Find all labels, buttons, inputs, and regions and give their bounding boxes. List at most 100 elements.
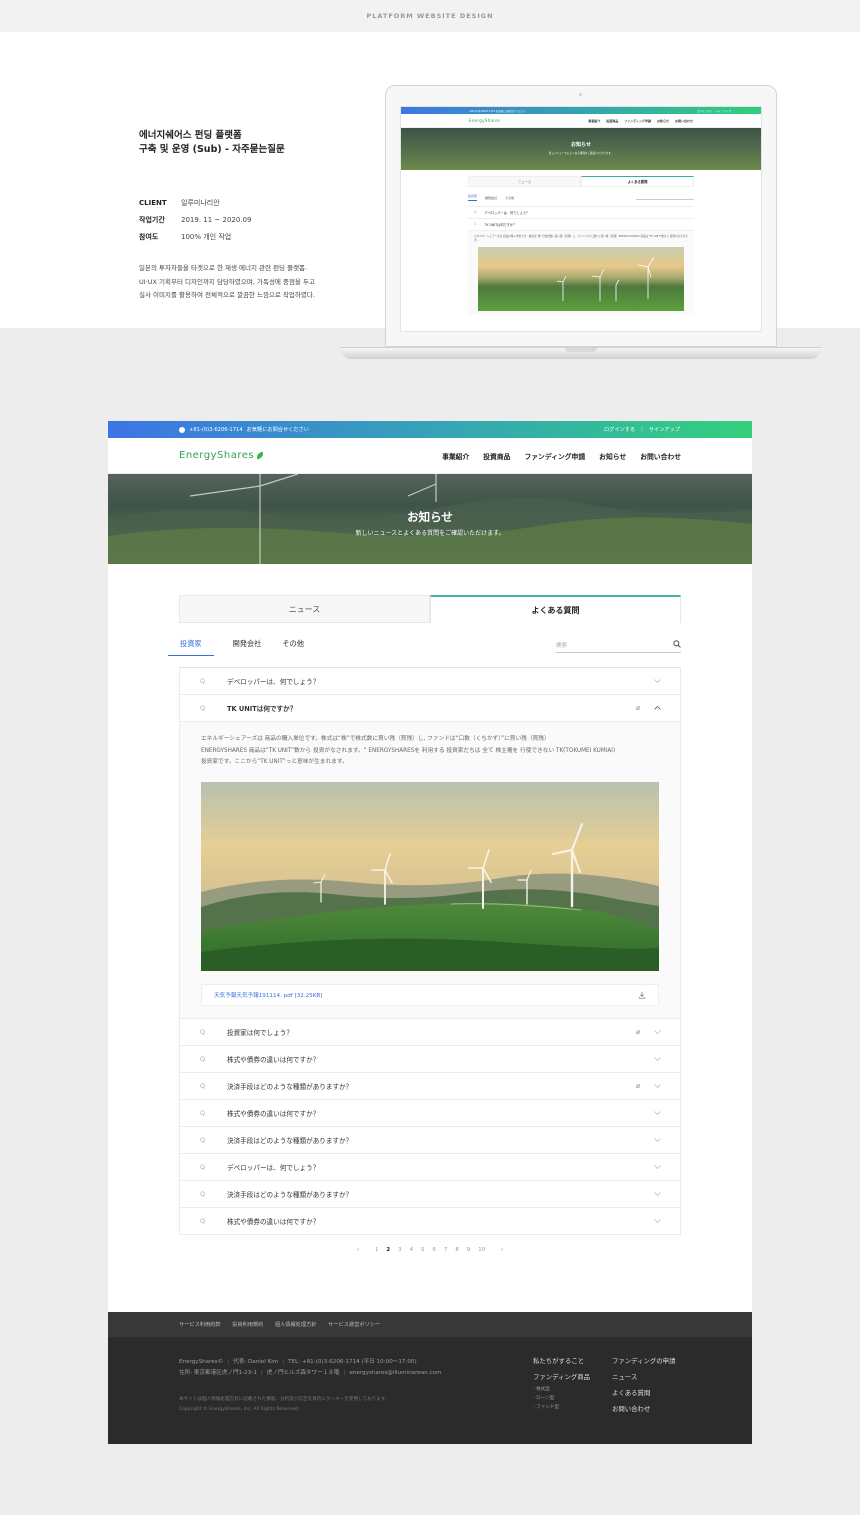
chevron-down-icon[interactable]	[650, 1108, 664, 1118]
prev-page-button[interactable]: ‹	[357, 1247, 359, 1253]
footer-link-contact[interactable]: お問い合わせ	[612, 1401, 675, 1417]
hero-banner: お知らせ 新しいニュースとよくある質問をご確認いただけます。	[108, 474, 752, 564]
footer-link-about[interactable]: 私たちがすること	[533, 1353, 590, 1369]
search-input[interactable]: 検索	[556, 639, 681, 653]
footer-column-2: ファンディングの申請 ニュース よくある質問 お問い合わせ	[612, 1353, 675, 1417]
page-number[interactable]: 7	[444, 1247, 447, 1253]
page-number[interactable]: 3	[398, 1247, 401, 1253]
account-links: ログインする | サインアップ	[604, 426, 680, 433]
category-developer[interactable]: 開発会社	[231, 639, 264, 655]
mock-wind-turbine-photo	[478, 247, 684, 311]
faq-question: 決済手段はどのような種類がありますか？	[227, 1137, 353, 1145]
meta-key: 작업기간	[139, 216, 165, 224]
contact-phone[interactable]: +81-(0)3-6206-1714 お気軽にお問合せください	[179, 426, 309, 433]
next-page-button[interactable]: ›	[501, 1247, 503, 1253]
chevron-up-icon[interactable]	[650, 703, 664, 713]
q-icon: Q	[200, 1163, 206, 1171]
company-name: EnergyShares©	[179, 1359, 224, 1365]
project-title-line2: 구축 및 운영 (Sub) - 자주묻는질문	[139, 144, 285, 155]
page-number[interactable]: 2	[386, 1247, 390, 1253]
attachment-filename[interactable]: 天気予報天気予報191114. pdf [32.25KB]	[214, 991, 322, 999]
footer-link-apply[interactable]: ファンディングの申請	[612, 1353, 675, 1369]
page-number[interactable]: 1	[375, 1247, 378, 1253]
attachment-clip-icon: ⌀	[635, 704, 641, 712]
footer-main: EnergyShares© | 代表: Daniel Kim | TEL: +81-(0…	[108, 1337, 752, 1444]
tab-faq[interactable]: よくある質問	[430, 595, 681, 623]
faq-question: デベロッパーは、何でしょう？	[227, 1164, 320, 1172]
nav-item-notice[interactable]: お知らせ	[599, 451, 626, 461]
chevron-down-icon[interactable]	[650, 1027, 664, 1037]
mock-answer-text: エネルギーシェアーズは 商品の購入単位です。株式は“株”で株式数に買い残（買残）…	[474, 235, 688, 242]
chevron-down-icon[interactable]	[650, 676, 664, 686]
chevron-down-icon[interactable]	[650, 1054, 664, 1064]
faq-item[interactable]: Q 決済手段はどのような種類がありますか？ ⌀	[179, 1073, 681, 1100]
faq-item[interactable]: Q 株式や債券の違いは何ですか？	[179, 1046, 681, 1073]
company-building: 虎ノ門ヒルズ森タワー１８階	[266, 1370, 340, 1376]
company-info-line: 住所: 東京都港区虎ノ門1-23-1 | 虎ノ門ヒルズ森タワー１８階 | energys…	[179, 1368, 441, 1379]
faq-question: デベロッパーは、何でしょう？	[227, 678, 320, 686]
nav-item-business[interactable]: 事業紹介	[442, 451, 469, 461]
meta-value: 100% 개인 작업	[181, 233, 232, 241]
chevron-down-icon[interactable]	[650, 1189, 664, 1199]
tab-news[interactable]: ニュース	[179, 595, 430, 623]
footer-sublink[interactable]: - ローン型	[533, 1394, 590, 1403]
footer-link-investment[interactable]: 投資利用規約	[232, 1321, 263, 1328]
nav-item-contact[interactable]: お問い合わせ	[640, 451, 681, 461]
nav-item-products[interactable]: 投資商品	[483, 451, 510, 461]
separator: |	[641, 426, 643, 432]
company-ceo: 代表: Daniel Kim	[233, 1359, 279, 1365]
faq-item[interactable]: Q デベロッパーは、何でしょう？	[179, 1154, 681, 1181]
faq-item[interactable]: Q デベロッパーは、何でしょう？	[179, 668, 681, 695]
category-other[interactable]: その他	[280, 639, 306, 655]
faq-question: 株式や債券の違いは何ですか？	[227, 1056, 320, 1064]
login-link[interactable]: ログインする	[604, 426, 635, 433]
answer-line: エネルギーシェアーズは 商品の購入単位です。株式は“株”で株式数に買い残（買残）…	[201, 736, 550, 742]
chevron-down-icon[interactable]	[650, 1162, 664, 1172]
meta-row: 작업기간 2019. 11 ~ 2020.09	[139, 212, 251, 229]
site-logo[interactable]: EnergyShares	[179, 450, 265, 461]
page-number[interactable]: 4	[410, 1247, 413, 1253]
faq-item[interactable]: Q 株式や債券の違いは何ですか？	[179, 1208, 681, 1235]
company-email[interactable]: energyshares@illuminarean.com	[349, 1370, 441, 1376]
attachment-clip-icon: ⌀	[635, 1028, 641, 1036]
q-icon: Q	[200, 704, 206, 712]
download-icon[interactable]	[638, 991, 646, 999]
faq-list: Q デベロッパーは、何でしょう？ Q TK UNITは何ですか？ ⌀ エネルギー…	[179, 667, 681, 1235]
faq-item[interactable]: Q 決済手段はどのような種類がありますか？	[179, 1181, 681, 1208]
footer-sublink[interactable]: - 株式型	[533, 1385, 590, 1394]
footer-sublink[interactable]: - ファンド型	[533, 1403, 590, 1412]
faq-item[interactable]: Q 決済手段はどのような種類がありますか？	[179, 1127, 681, 1154]
faq-question: 決済手段はどのような種類がありますか？	[227, 1083, 353, 1091]
nav-item-funding[interactable]: ファンディング申請	[524, 451, 585, 461]
faq-item[interactable]: Q 投資家は何でしょう？ ⌀	[179, 1019, 681, 1046]
faq-item-open[interactable]: Q TK UNITは何ですか？ ⌀	[179, 695, 681, 722]
page-number[interactable]: 5	[421, 1247, 424, 1253]
category-investor[interactable]: 投資家	[168, 639, 214, 656]
mock-hero-subtitle: 新しいニュースとよくある質問をご確認いただけます。	[548, 152, 614, 155]
faq-item[interactable]: Q 株式や債券の違いは何ですか？	[179, 1100, 681, 1127]
faq-question: 投資家は何でしょう？	[227, 1029, 293, 1037]
chevron-down-icon[interactable]	[650, 1081, 664, 1091]
chevron-down-icon[interactable]	[650, 1216, 664, 1226]
page-number[interactable]: 9	[467, 1247, 470, 1253]
attachment-file[interactable]: 天気予報天気予報191114. pdf [32.25KB]	[201, 984, 659, 1006]
mock-question: Q TK UNITは何ですか？	[468, 219, 694, 231]
footer-link-faq[interactable]: よくある質問	[612, 1385, 675, 1401]
chevron-down-icon[interactable]	[650, 1135, 664, 1145]
footer-link-terms[interactable]: サービス利用約款	[179, 1321, 221, 1328]
mock-subtabs: 投資家 開発会社 その他	[468, 194, 694, 201]
footer-link-products[interactable]: ファンディング商品	[533, 1369, 590, 1385]
page-number[interactable]: 10	[478, 1247, 485, 1253]
faq-question: 株式や債券の違いは何ですか？	[227, 1110, 320, 1118]
footer-link-policy[interactable]: サービス運営ポリシー	[328, 1321, 380, 1328]
footer-link-news[interactable]: ニュース	[612, 1369, 675, 1385]
search-icon[interactable]	[673, 640, 681, 648]
cookie-note: 本サイトは個人情報処理方針に記載された機能、分析及び広告を目的にクッキーを使用し…	[179, 1397, 390, 1402]
signup-link[interactable]: サインアップ	[649, 426, 680, 433]
page-number[interactable]: 8	[455, 1247, 458, 1253]
page-number[interactable]: 6	[432, 1247, 435, 1253]
footer-link-privacy[interactable]: 個人情報処理方針	[275, 1321, 317, 1328]
mock-question-text: デベロッパーは、何でしょう？	[484, 211, 530, 215]
copyright: Copyright © EnergyShares, Inc. All Right…	[179, 1407, 300, 1412]
answer-line: 投資家です。ここから“TK UNIT”っと意味が生まれます。	[201, 759, 348, 765]
